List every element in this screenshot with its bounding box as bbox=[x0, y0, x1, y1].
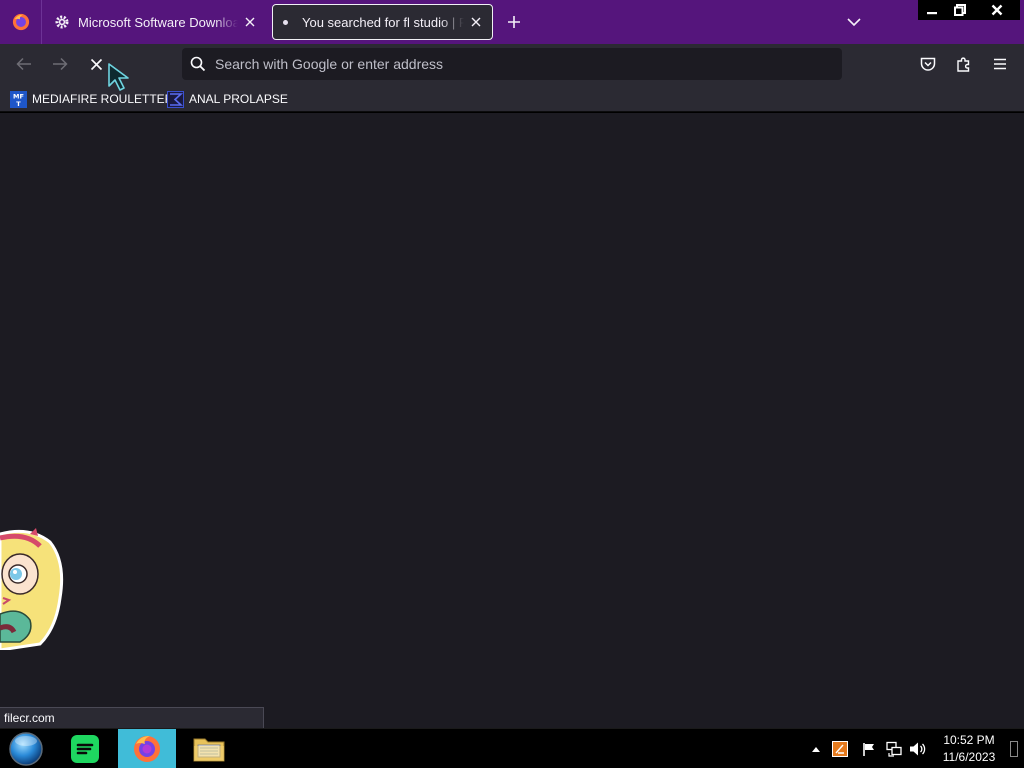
arrow-right-icon bbox=[53, 57, 68, 71]
extensions-icon bbox=[957, 57, 970, 72]
address-bar[interactable] bbox=[182, 48, 842, 80]
minimize-icon bbox=[927, 12, 937, 15]
tab-close-button[interactable] bbox=[238, 10, 262, 34]
tray-app-button[interactable] bbox=[830, 739, 850, 759]
bookmark-mediafire-rouletter[interactable]: MF T MEDIAFIRE ROULETTER bbox=[10, 88, 173, 110]
url-input[interactable] bbox=[215, 56, 842, 72]
taskbar-app-firefox[interactable] bbox=[118, 729, 176, 768]
gear-icon bbox=[55, 15, 69, 29]
tab-title: You searched for fl studio | FileCR bbox=[302, 14, 464, 30]
new-tab-button[interactable] bbox=[501, 9, 527, 35]
clock-date: 11/6/2023 bbox=[942, 750, 996, 764]
save-to-pocket-button[interactable] bbox=[914, 50, 942, 78]
show-hidden-icons-button[interactable] bbox=[806, 739, 826, 759]
pocket-icon bbox=[920, 57, 936, 71]
forward-button[interactable] bbox=[46, 50, 74, 78]
start-button[interactable] bbox=[6, 731, 46, 767]
close-icon bbox=[245, 17, 255, 27]
clock-time: 10:52 PM bbox=[943, 733, 995, 747]
loading-indicator-icon bbox=[283, 19, 288, 25]
plus-icon bbox=[508, 16, 520, 28]
flag-icon bbox=[862, 742, 874, 756]
tab-title: Microsoft Software Download L bbox=[78, 14, 238, 30]
status-url-tooltip: filecr.com bbox=[0, 707, 264, 728]
firefox-icon bbox=[134, 736, 160, 762]
volume-icon bbox=[910, 742, 926, 756]
restore-icon bbox=[954, 4, 966, 16]
extensions-button[interactable] bbox=[950, 50, 978, 78]
system-clock[interactable]: 10:52 PM 11/6/2023 bbox=[936, 732, 1002, 766]
list-all-tabs-button[interactable] bbox=[840, 9, 868, 35]
application-menu-button[interactable] bbox=[986, 50, 1014, 78]
taskbar: 10:52 PM 11/6/2023 bbox=[0, 728, 1024, 768]
bookmark-label: ANAL PROLAPSE bbox=[189, 92, 288, 106]
tray-app-icon bbox=[832, 741, 848, 757]
bookmark-anal-prolapse[interactable]: ANAL PROLAPSE bbox=[167, 88, 288, 110]
arrow-left-icon bbox=[16, 57, 31, 71]
folder-icon bbox=[193, 738, 225, 762]
search-icon bbox=[189, 55, 207, 73]
bookmark-label: MEDIAFIRE ROULETTER bbox=[32, 92, 174, 106]
back-button[interactable] bbox=[10, 50, 38, 78]
page-content[interactable]: filecr.com bbox=[0, 113, 1024, 728]
network-icon bbox=[886, 741, 902, 757]
taskbar-app-file-explorer[interactable] bbox=[180, 729, 238, 768]
bookmarks-toolbar: MF T MEDIAFIRE ROULETTER ANAL PROLAPSE bbox=[0, 85, 1024, 112]
tab-strip: Microsoft Software Download L You search… bbox=[0, 0, 1024, 44]
window-close-button[interactable] bbox=[974, 0, 1020, 20]
tab-filecr-search[interactable]: You searched for fl studio | FileCR bbox=[272, 4, 493, 40]
firefox-view-button[interactable] bbox=[0, 0, 42, 44]
stop-loading-button[interactable] bbox=[82, 50, 110, 78]
network-status-button[interactable] bbox=[884, 739, 904, 759]
mediafire-icon: MF T bbox=[10, 90, 27, 108]
sigma-icon bbox=[167, 90, 184, 108]
action-center-button[interactable] bbox=[859, 739, 879, 759]
volume-button[interactable] bbox=[908, 739, 928, 759]
show-desktop-button[interactable] bbox=[1008, 739, 1020, 759]
tab-close-button[interactable] bbox=[464, 10, 488, 34]
taskbar-app-spotify[interactable] bbox=[56, 729, 114, 768]
window-restore-button[interactable] bbox=[946, 0, 974, 20]
svg-text:T: T bbox=[16, 100, 21, 108]
cartoon-girl-sticker bbox=[0, 528, 64, 650]
tab-microsoft-download[interactable]: Microsoft Software Download L bbox=[44, 4, 266, 40]
hamburger-menu-icon bbox=[994, 58, 1006, 70]
mouse-cursor-icon bbox=[108, 63, 129, 91]
close-icon bbox=[991, 4, 1003, 16]
close-icon bbox=[90, 58, 102, 70]
close-icon bbox=[471, 17, 481, 27]
chevron-up-icon bbox=[812, 747, 820, 752]
spotify-icon bbox=[71, 735, 99, 763]
firefox-icon bbox=[12, 13, 29, 31]
window-minimize-button[interactable] bbox=[918, 0, 946, 20]
navigation-toolbar bbox=[0, 44, 1024, 85]
chevron-down-icon bbox=[847, 17, 861, 26]
